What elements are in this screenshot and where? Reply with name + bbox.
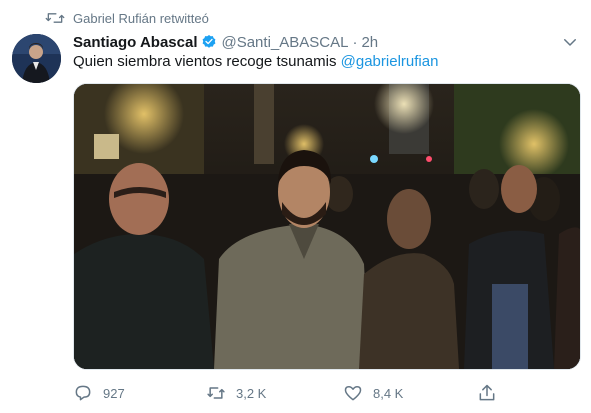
- retweet-icon: [45, 13, 65, 23]
- retweet-icon: [207, 387, 225, 399]
- share-icon: [479, 384, 495, 401]
- reply-count: 927: [103, 385, 125, 401]
- like-button[interactable]: 8,4 K: [343, 378, 403, 408]
- tweet-text: Quien siembra vientos recoge tsunamis @g…: [73, 53, 438, 70]
- author-handle[interactable]: @Santi_ABASCAL: [221, 34, 348, 51]
- retweet-count: 3,2 K: [236, 385, 267, 401]
- verified-badge-icon: [203, 35, 216, 48]
- video-thumbnail: [74, 84, 580, 369]
- avatar-image: [12, 34, 61, 83]
- avatar[interactable]: [12, 34, 61, 83]
- tweet-header: Santiago Abascal @Santi_ABASCAL · 2h: [73, 32, 378, 52]
- retweet-context-text[interactable]: Gabriel Rufián retwitteó: [73, 11, 209, 26]
- reply-icon: [75, 385, 91, 401]
- video-player[interactable]: [73, 83, 581, 370]
- timestamp[interactable]: 2h: [361, 34, 378, 51]
- tweet-body: Quien siembra vientos recoge tsunamis: [73, 53, 337, 70]
- separator-dot: ·: [352, 33, 358, 51]
- reply-button[interactable]: 927: [73, 378, 125, 408]
- tweet-actions: 927 3,2 K 8,4 K: [73, 378, 503, 408]
- mention-link[interactable]: @gabrielrufian: [341, 53, 439, 70]
- share-button[interactable]: [477, 378, 497, 408]
- chevron-down-icon[interactable]: [561, 33, 579, 51]
- author-name[interactable]: Santiago Abascal: [73, 34, 197, 51]
- heart-icon: [344, 386, 362, 401]
- retweet-context: Gabriel Rufián retwitteó: [45, 9, 209, 27]
- retweet-button[interactable]: 3,2 K: [206, 378, 266, 408]
- like-count: 8,4 K: [373, 385, 404, 401]
